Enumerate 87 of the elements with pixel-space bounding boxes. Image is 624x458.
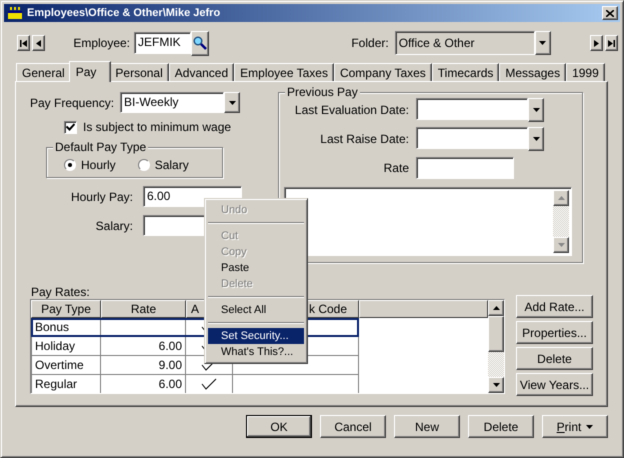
scroll-down-button[interactable] xyxy=(553,237,569,253)
employee-field[interactable]: JEFMIK xyxy=(134,32,192,54)
scroll-thumb[interactable] xyxy=(488,316,504,352)
table-cell: 6.00 xyxy=(101,375,186,393)
up-arrow-icon xyxy=(492,306,500,310)
caret-icon xyxy=(586,425,594,430)
hourly-pay-label: Hourly Pay: xyxy=(70,190,133,204)
pay-frequency-label: Pay Frequency: xyxy=(30,96,114,110)
tab[interactable]: Employee Taxes xyxy=(234,63,334,81)
dropdown-button[interactable] xyxy=(534,31,551,55)
column-header[interactable] xyxy=(359,300,488,318)
dialog-button[interactable]: Delete xyxy=(468,415,534,438)
column-header[interactable]: Pay Type xyxy=(31,300,101,318)
table-cell: Regular xyxy=(31,375,101,393)
field-label: Last Raise Date: xyxy=(319,132,409,146)
close-button[interactable] xyxy=(602,6,618,20)
radio-button[interactable] xyxy=(138,159,150,171)
last-record-button[interactable] xyxy=(604,35,618,51)
scroll-up-button[interactable] xyxy=(488,300,504,316)
window-title: Employees\Office & Other\Mike Jefro xyxy=(27,7,222,19)
tab[interactable]: 1999 xyxy=(566,63,605,81)
column-header[interactable]: Rate xyxy=(101,300,186,318)
pay-frequency-dropdown[interactable]: BI-Weekly xyxy=(120,92,224,113)
menu-item[interactable]: Set Security... xyxy=(208,328,304,344)
date-field[interactable] xyxy=(416,98,528,120)
table-cell: 6.00 xyxy=(101,337,186,356)
caret-icon xyxy=(532,108,540,112)
side-button[interactable]: Delete xyxy=(516,347,593,370)
dropdown-button[interactable] xyxy=(528,98,544,122)
folder-dropdown[interactable]: Office & Other xyxy=(394,31,535,55)
left-arrow-icon xyxy=(36,40,42,46)
right-arrow-icon xyxy=(594,40,599,46)
side-button[interactable]: Add Rate... xyxy=(516,295,593,318)
tab[interactable]: Company Taxes xyxy=(334,63,432,81)
side-button[interactable]: Properties... xyxy=(516,321,593,344)
tab[interactable]: General xyxy=(16,63,71,81)
employee-label: Employee: xyxy=(73,36,130,50)
caret-icon xyxy=(539,41,546,45)
pay-rates-label: Pay Rates: xyxy=(31,285,91,299)
radio-label: Salary xyxy=(154,158,189,172)
previous-record-button[interactable] xyxy=(32,35,46,51)
next-record-button[interactable] xyxy=(590,35,603,51)
table-cell: Overtime xyxy=(31,356,101,375)
tab[interactable]: Pay xyxy=(68,61,112,82)
up-arrow-icon xyxy=(558,196,564,200)
tab[interactable]: Timecards xyxy=(432,63,500,81)
group-title: Previous Pay xyxy=(285,85,360,99)
scroll-down-button[interactable] xyxy=(488,377,504,393)
print-button[interactable]: Print xyxy=(542,415,608,438)
dialog-button[interactable]: Cancel xyxy=(320,415,386,438)
table-cell: Holiday xyxy=(31,337,101,356)
first-record-button[interactable] xyxy=(17,35,30,51)
dialog-button[interactable]: OK xyxy=(246,415,312,438)
caret-icon xyxy=(228,100,236,104)
tab[interactable]: Messages xyxy=(499,63,566,81)
down-arrow-icon xyxy=(492,383,500,387)
search-button[interactable] xyxy=(191,30,210,56)
app-icon xyxy=(8,7,22,19)
scroll-up-button[interactable] xyxy=(553,190,569,206)
menu-item[interactable]: Paste xyxy=(208,260,304,276)
radio-label: Hourly xyxy=(81,158,116,172)
down-arrow-icon xyxy=(558,243,564,247)
skip-forward-icon xyxy=(608,40,615,46)
checkbox-label: Is subject to minimum wage xyxy=(83,120,232,134)
skip-back-icon xyxy=(20,40,28,46)
dropdown-button[interactable] xyxy=(224,92,240,113)
close-icon xyxy=(606,10,614,16)
folder-label: Folder: xyxy=(351,36,389,50)
dialog-button[interactable]: New xyxy=(394,415,460,438)
rate-field[interactable] xyxy=(416,156,514,178)
tab[interactable]: Personal xyxy=(109,63,169,81)
side-button[interactable]: View Years... xyxy=(516,373,593,396)
table-row[interactable]: Regular 6.00 xyxy=(31,375,359,393)
dropdown-button[interactable] xyxy=(528,126,544,150)
notes-field[interactable] xyxy=(284,187,572,256)
tab[interactable]: Advanced xyxy=(168,63,234,81)
table-cell: 9.00 xyxy=(101,356,186,375)
group-title: Default Pay Type xyxy=(53,140,148,154)
field-label: Last Evaluation Date: xyxy=(294,102,409,116)
salary-label: Salary: xyxy=(94,218,133,232)
search-icon xyxy=(193,36,208,50)
checkbox[interactable] xyxy=(64,120,77,134)
date-field[interactable] xyxy=(416,126,528,148)
radio-button[interactable] xyxy=(64,159,76,171)
field-label: Rate xyxy=(382,160,409,174)
menu-item[interactable]: Select All xyxy=(208,302,304,318)
caret-icon xyxy=(532,136,540,140)
